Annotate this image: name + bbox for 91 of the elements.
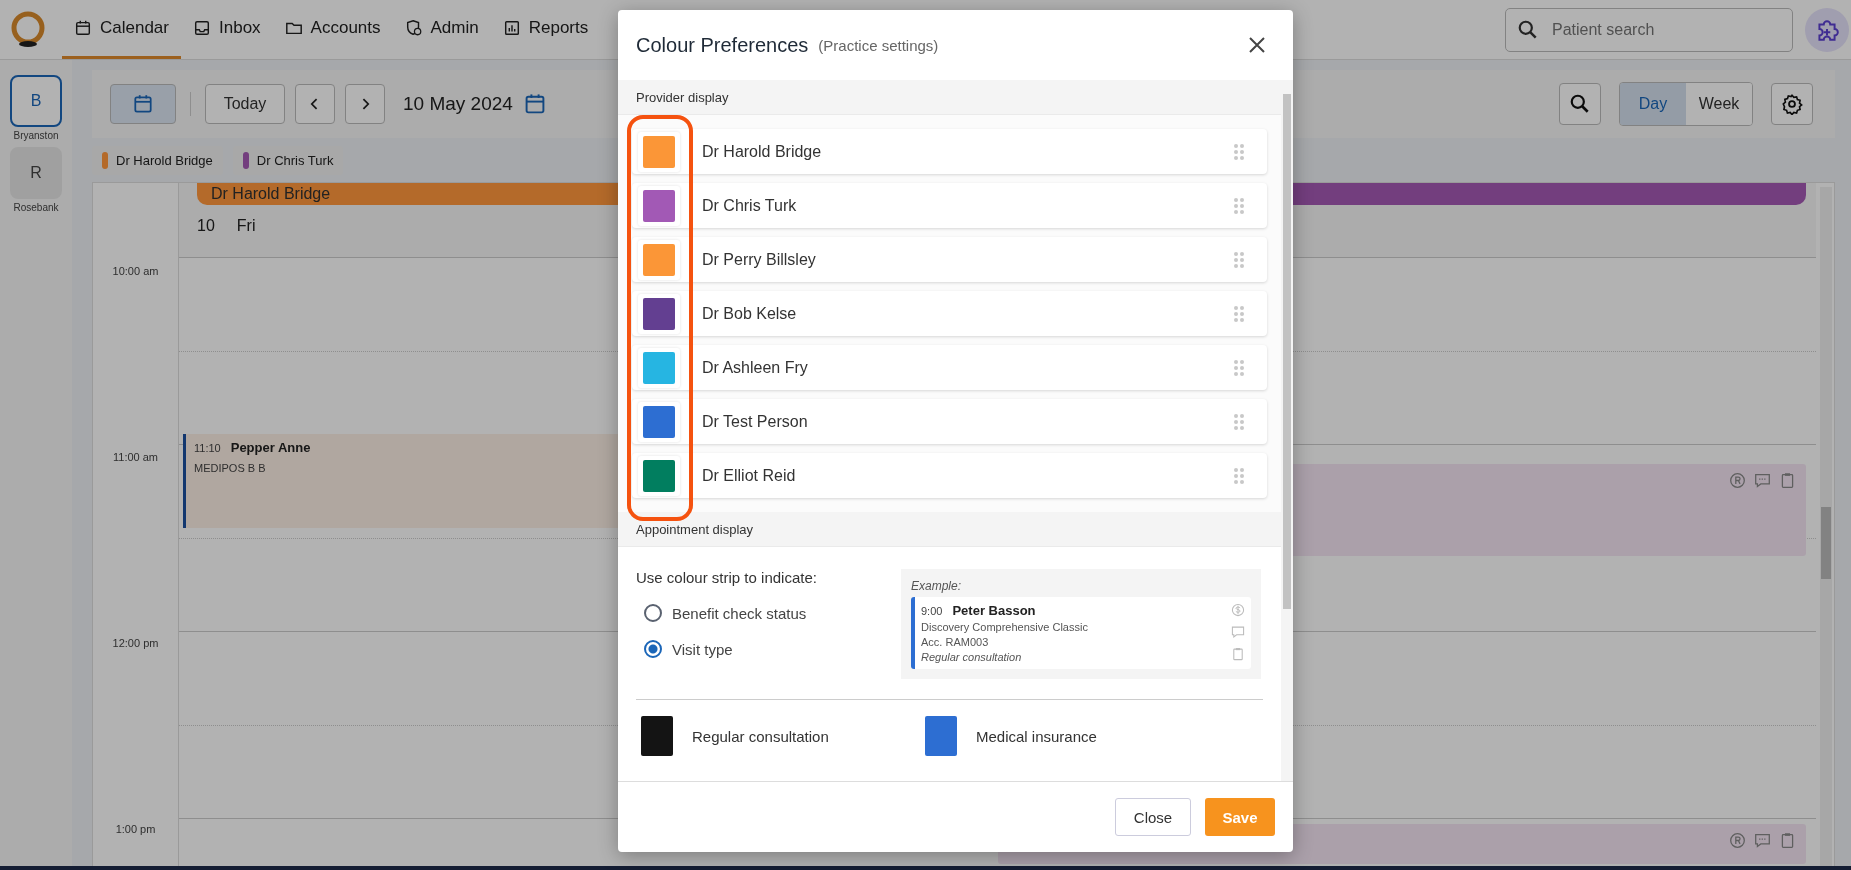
nav-tab[interactable]: Reports	[490, 0, 601, 59]
colour-swatch[interactable]	[643, 189, 675, 222]
nav-tab[interactable]: Accounts	[272, 0, 393, 59]
colour-swatch[interactable]	[643, 459, 675, 492]
drag-handle-icon[interactable]	[1233, 142, 1245, 161]
day-number: 10	[197, 217, 215, 235]
drag-handle-icon[interactable]	[1233, 412, 1245, 431]
colour-swatch[interactable]	[641, 716, 673, 756]
visit-type-name: Regular consultation	[692, 727, 829, 745]
comment-icon	[1754, 832, 1771, 849]
calendar-icon	[74, 19, 92, 37]
radio-option[interactable]: Benefit check status	[636, 604, 881, 622]
location-name: Bryanston	[13, 130, 59, 141]
bar-chart-icon	[502, 19, 521, 37]
provider-name: Dr Test Person	[702, 412, 808, 431]
provider-row[interactable]: Dr Bob Kelse	[632, 291, 1267, 336]
radio-button[interactable]	[644, 604, 662, 622]
location-button[interactable]: R	[10, 147, 62, 199]
provider-name: Dr Elliot Reid	[702, 466, 796, 485]
patient-name: Peter Basson	[952, 603, 1036, 618]
scrollbar-thumb[interactable]	[1283, 94, 1291, 609]
weekday: Fri	[236, 217, 256, 235]
today-button[interactable]: Today	[205, 84, 285, 124]
location-name: Rosebank	[13, 202, 59, 213]
comment-icon	[1231, 625, 1245, 639]
r-circle-icon	[1729, 472, 1746, 489]
drag-handle-icon[interactable]	[1233, 250, 1245, 269]
scrollbar[interactable]	[1820, 187, 1832, 866]
radio-button[interactable]	[644, 640, 662, 658]
provider-row[interactable]: Dr Perry Billsley	[632, 237, 1267, 282]
provider-name: Dr Ashleen Fry	[702, 358, 808, 377]
option-prompt: Use colour strip to indicate:	[636, 569, 818, 586]
colour-swatch[interactable]	[643, 405, 675, 438]
dialog-title: Colour Preferences	[636, 33, 809, 57]
current-date: 10 May 2024	[403, 93, 513, 115]
provider-row[interactable]: Dr Elliot Reid	[632, 453, 1267, 498]
appointment-detail: Discovery Comprehensive Classic	[921, 621, 1089, 633]
scrollbar[interactable]	[1281, 80, 1293, 781]
clipboard-icon	[1779, 472, 1796, 489]
search-icon	[1517, 18, 1539, 41]
settings-icon	[1781, 93, 1803, 115]
patient-search-field[interactable]: Patient search	[1505, 7, 1793, 52]
calendar-icon	[132, 93, 154, 115]
next-button[interactable]	[345, 84, 385, 124]
section-title: Provider display	[636, 89, 729, 105]
time-label: 10:00 am	[111, 264, 160, 277]
clipboard-icon	[1779, 832, 1796, 849]
drag-handle-icon[interactable]	[1233, 358, 1245, 377]
time-label: 12:00 pm	[111, 636, 160, 649]
radio-option[interactable]: Visit type	[636, 640, 881, 658]
shield-gear-icon	[404, 19, 423, 37]
location-button[interactable]: B	[10, 75, 62, 127]
drag-handle-icon[interactable]	[1233, 196, 1245, 215]
drag-handle-icon[interactable]	[1233, 466, 1245, 485]
visit-type-name: Medical insurance	[976, 727, 1097, 745]
provider-name: Dr Bob Kelse	[702, 304, 797, 323]
provider-name: Dr Harold Bridge	[702, 142, 822, 161]
nav-tab[interactable]: Inbox	[181, 0, 273, 59]
search-icon	[1569, 93, 1591, 115]
previous-button[interactable]	[295, 84, 335, 124]
comment-icon	[1754, 472, 1771, 489]
dollar-circle-icon	[1231, 603, 1245, 617]
view-toggle[interactable]: Week	[1686, 83, 1752, 125]
nav-tab[interactable]: Admin	[392, 0, 491, 59]
clipboard-icon	[1231, 647, 1245, 661]
r-circle-icon	[1729, 832, 1746, 849]
colour-swatch[interactable]	[643, 351, 675, 384]
provider-row[interactable]: Dr Chris Turk	[632, 183, 1267, 228]
time-label: 11:00 am	[111, 450, 160, 463]
settings-button[interactable]	[1771, 83, 1813, 125]
close-button[interactable]: Close	[1115, 798, 1191, 836]
colour-swatch[interactable]	[643, 243, 675, 276]
dialog-subtitle: (Practice settings)	[818, 36, 939, 54]
appointment-time: 9:00	[921, 605, 943, 617]
appointment-detail: Acc. RAM003	[921, 636, 990, 648]
search-button[interactable]	[1559, 83, 1601, 125]
scrollbar-thumb[interactable]	[1821, 507, 1831, 579]
provider-row[interactable]: Dr Test Person	[632, 399, 1267, 444]
inbox-icon	[193, 19, 211, 37]
puzzle-plus-icon[interactable]	[1805, 7, 1849, 52]
colour-swatch[interactable]	[925, 716, 957, 756]
calendar-view-button[interactable]	[110, 84, 176, 124]
drag-handle-icon[interactable]	[1233, 304, 1245, 323]
colour-swatch[interactable]	[643, 135, 675, 168]
provider-row[interactable]: Dr Harold Bridge	[632, 129, 1267, 174]
time-label: 1:00 pm	[114, 822, 157, 835]
example-caption: Example:	[911, 579, 963, 593]
provider-name: Dr Perry Billsley	[702, 250, 816, 269]
visit-type: Regular consultation	[921, 651, 1023, 663]
provider-row[interactable]: Dr Ashleen Fry	[632, 345, 1267, 390]
colour-swatch[interactable]	[643, 297, 675, 330]
